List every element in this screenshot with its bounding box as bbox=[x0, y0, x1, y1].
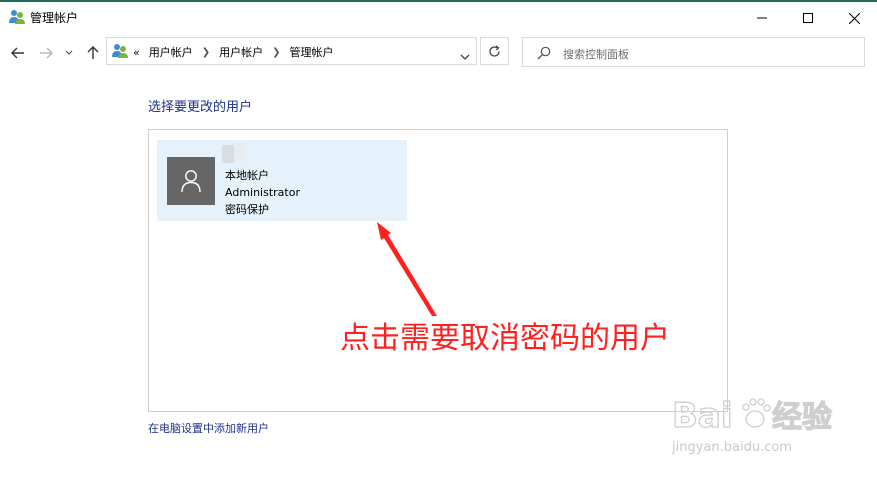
user-info: 本地帐户 Administrator 密码保护 bbox=[225, 167, 300, 218]
chevron-down-icon bbox=[460, 54, 470, 60]
search-box[interactable]: 搜索控制面板 bbox=[522, 37, 865, 67]
account-type-label: 本地帐户 bbox=[225, 169, 269, 182]
navigation-bar: « 用户帐户 ❯ 用户帐户 ❯ 管理帐户 搜索控制面板 bbox=[0, 36, 877, 70]
maximize-button[interactable] bbox=[785, 4, 831, 32]
recent-locations-button[interactable] bbox=[62, 42, 76, 64]
refresh-icon bbox=[489, 44, 500, 57]
refresh-button[interactable] bbox=[480, 37, 509, 65]
password-status-label: 密码保护 bbox=[225, 203, 269, 216]
breadcrumb-item-user-accounts-sub[interactable]: 用户帐户 bbox=[219, 44, 263, 60]
breadcrumb: « 用户帐户 ❯ 用户帐户 ❯ 管理帐户 bbox=[133, 44, 334, 60]
page-heading: 选择要更改的用户 bbox=[148, 100, 253, 115]
add-new-user-link[interactable]: 在电脑设置中添加新用户 bbox=[148, 420, 269, 436]
breadcrumb-overflow[interactable]: « bbox=[133, 46, 140, 59]
breadcrumb-item-user-accounts[interactable]: 用户帐户 bbox=[149, 44, 193, 60]
address-dropdown-button[interactable] bbox=[460, 46, 470, 65]
svg-text:Bai: Bai bbox=[672, 396, 733, 436]
back-button[interactable] bbox=[8, 42, 28, 64]
window-title: 管理帐户 bbox=[30, 11, 79, 25]
search-input[interactable]: 搜索控制面板 bbox=[563, 46, 629, 62]
minimize-button[interactable] bbox=[739, 4, 785, 32]
watermark-url: jingyan.baidu.com bbox=[672, 440, 792, 455]
search-icon bbox=[537, 45, 551, 64]
chevron-right-icon[interactable]: ❯ bbox=[272, 47, 280, 58]
user-name-label: Administrator bbox=[225, 186, 300, 199]
close-button[interactable] bbox=[831, 4, 877, 32]
forward-button[interactable] bbox=[36, 42, 56, 64]
title-bar: 管理帐户 bbox=[0, 2, 877, 32]
up-button[interactable] bbox=[83, 42, 103, 64]
chevron-right-icon[interactable]: ❯ bbox=[202, 47, 210, 58]
chevron-down-icon bbox=[65, 50, 73, 55]
up-arrow-icon bbox=[87, 46, 99, 59]
users-location-icon bbox=[111, 43, 129, 59]
users-app-icon bbox=[8, 9, 26, 25]
cursor-ghost-icon bbox=[220, 141, 246, 165]
avatar bbox=[167, 157, 215, 205]
forward-arrow-icon bbox=[40, 47, 53, 59]
address-bar[interactable]: « 用户帐户 ❯ 用户帐户 ❯ 管理帐户 bbox=[106, 37, 477, 65]
user-icon bbox=[181, 170, 201, 193]
svg-text:经验: 经验 bbox=[772, 400, 832, 435]
back-arrow-icon bbox=[11, 47, 24, 59]
user-tile-administrator[interactable]: 本地帐户 Administrator 密码保护 bbox=[157, 140, 407, 221]
annotation-text: 点击需要取消密码的用户 bbox=[340, 321, 670, 356]
breadcrumb-item-manage-accounts[interactable]: 管理帐户 bbox=[290, 44, 334, 60]
